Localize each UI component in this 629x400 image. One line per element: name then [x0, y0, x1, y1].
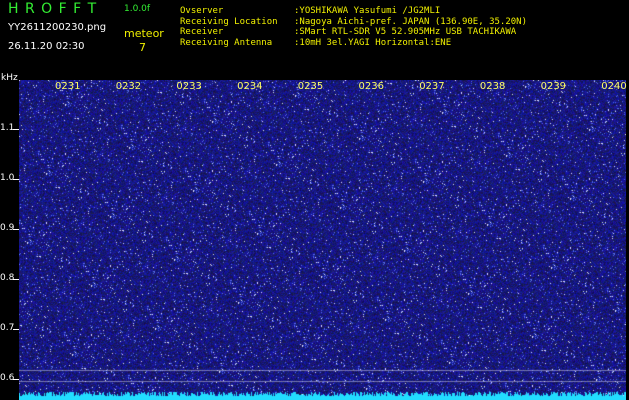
freq-tick-label: 0.9 [0, 223, 15, 233]
freq-tick-label: 1.0 [0, 173, 15, 183]
freq-tick-label: 0.6 [0, 373, 15, 383]
time-tick-label: 0236 [358, 81, 384, 92]
station-value: :Nagoya Aichi-pref. JAPAN (136.90E, 35.2… [294, 16, 527, 27]
freq-tick-label: 1.1 [0, 123, 15, 133]
station-row-observer: Ovserver :YOSHIKAWA Yasufumi /JG2MLI [180, 6, 625, 17]
time-tick-label: 0231 [55, 81, 81, 92]
station-value: :10mH 3el.YAGI Horizontal:ENE [294, 37, 452, 48]
freq-unit-label: kHz [1, 73, 18, 83]
station-row-receiver: Receiver :SMart RTL-SDR V5 52.905MHz USB… [180, 27, 625, 38]
hroft-window: H R O F F T 1.0.0f YY2611200230.png 26.1… [0, 0, 629, 400]
meteor-count: 7 [139, 41, 146, 54]
freq-tick-label: 0.8 [0, 273, 15, 283]
time-tick-label: 0235 [297, 81, 324, 92]
time-tick-label: 0239 [540, 81, 567, 92]
time-tick-label: 0234 [237, 81, 263, 92]
freq-tick-label: 0.7 [0, 323, 15, 333]
capture-datetime: 26.11.20 02:30 [8, 41, 85, 52]
file-name: YY2611200230.png [8, 22, 107, 33]
station-value: :YOSHIKAWA Yasufumi /JG2MLI [294, 6, 441, 16]
station-info: Ovserver :YOSHIKAWA Yasufumi /JG2MLI Rec… [180, 6, 625, 48]
time-tick-label: 0238 [479, 81, 506, 92]
station-row-antenna: Receiving Antenna :10mH 3el.YAGI Horizon… [180, 38, 625, 49]
meteor-label: meteor [124, 27, 164, 40]
time-tick-label: 0237 [419, 81, 445, 92]
station-key: Receiving Antenna [180, 37, 273, 48]
station-row-location: Receiving Location :Nagoya Aichi-pref. J… [180, 17, 625, 28]
app-logo: H R O F F T [8, 1, 98, 17]
station-key: Receiver [180, 27, 224, 37]
station-value: :SMart RTL-SDR V5 52.905MHz USB TACHIKAW… [294, 27, 517, 37]
time-tick-label: 0232 [115, 81, 142, 92]
station-key: Receiving Location [180, 16, 278, 27]
app-version: 1.0.0f [124, 4, 151, 14]
time-tick-label: 0240 [601, 81, 627, 92]
time-tick-label: 0233 [176, 81, 202, 92]
station-key: Ovserver [180, 6, 224, 16]
spectrogram-canvas [19, 80, 626, 400]
